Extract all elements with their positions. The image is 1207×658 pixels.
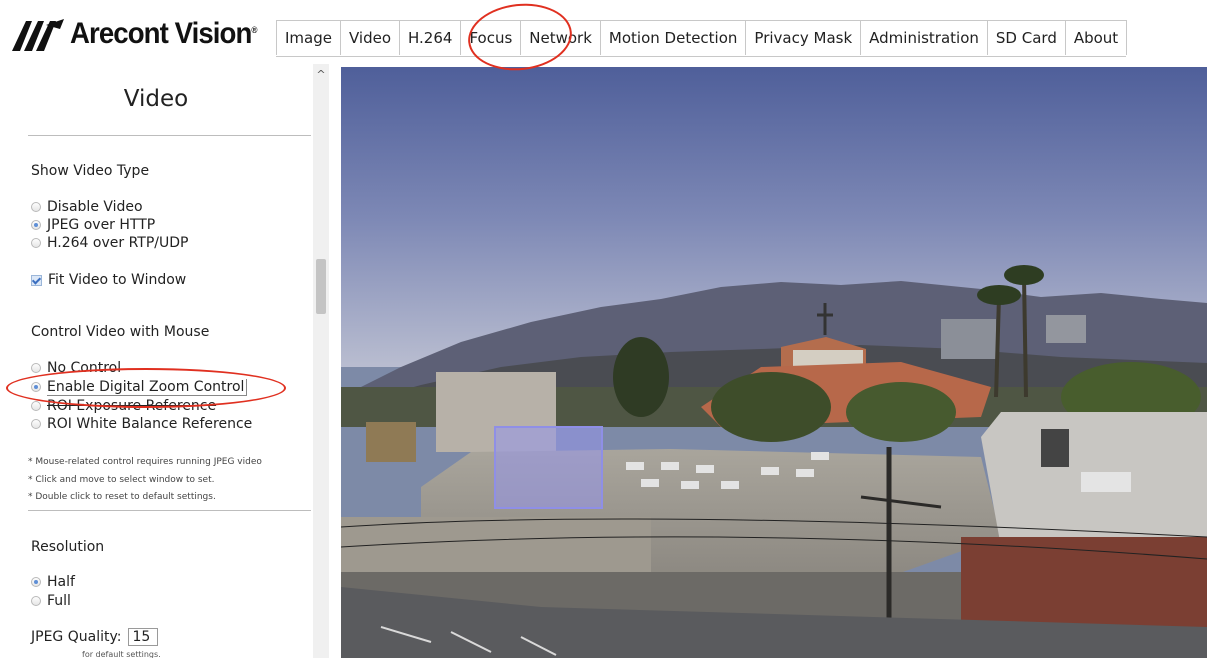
tab-network[interactable]: Network [520, 20, 601, 55]
jpeg-quality-label: JPEG Quality: [31, 629, 122, 645]
divider [28, 135, 311, 136]
default-settings-hint: for default settings. [82, 650, 161, 658]
sidebar-scrollbar[interactable]: ^ [313, 64, 329, 658]
radio-jpeg-over-http[interactable]: JPEG over HTTP [31, 216, 155, 234]
radio-icon[interactable] [31, 382, 41, 392]
digital-zoom-selection-box[interactable] [494, 426, 603, 509]
tab-motion-detection[interactable]: Motion Detection [599, 20, 747, 55]
camera-image [341, 67, 1207, 658]
radio-no-control[interactable]: No Control [31, 359, 121, 377]
arecont-logo-mark-icon [12, 19, 64, 51]
radio-full[interactable]: Full [31, 592, 71, 610]
radio-icon[interactable] [31, 363, 41, 373]
radio-icon[interactable] [31, 596, 41, 606]
checkbox-icon[interactable] [31, 274, 42, 286]
tab-about[interactable]: About [1064, 20, 1128, 55]
radio-icon[interactable] [31, 220, 41, 230]
divider [28, 510, 311, 511]
radio-icon[interactable] [31, 577, 41, 587]
show-video-type-label: Show Video Type [31, 163, 150, 179]
note-double-click: * Double click to reset to default setti… [28, 492, 216, 502]
tab-privacy-mask[interactable]: Privacy Mask [745, 20, 862, 55]
radio-icon[interactable] [31, 238, 41, 248]
radio-icon[interactable] [31, 419, 41, 429]
tab-h264[interactable]: H.264 [399, 20, 462, 55]
sidebar-title: Video [123, 86, 189, 112]
tab-sd-card[interactable]: SD Card [986, 20, 1066, 55]
note-click-move: * Click and move to select window to set… [28, 475, 215, 485]
radio-h264-over-rtp[interactable]: H.264 over RTP/UDP [31, 234, 188, 252]
main-nav-tabs: Image Video H.264 Focus Network Motion D… [276, 20, 1128, 57]
resolution-label: Resolution [31, 539, 105, 555]
brand-name: Arecont Vision® [70, 17, 257, 50]
tab-focus[interactable]: Focus [460, 20, 522, 55]
radio-icon[interactable] [31, 401, 41, 411]
note-mouse-control: * Mouse-related control requires running… [28, 457, 262, 467]
radio-icon[interactable] [31, 202, 41, 212]
chevron-up-icon[interactable]: ^ [313, 68, 329, 82]
radio-roi-white-balance[interactable]: ROI White Balance Reference [31, 415, 252, 433]
radio-digital-zoom[interactable]: Enable Digital Zoom Control [31, 378, 248, 396]
jpeg-quality-row: JPEG Quality: 15 [31, 628, 159, 646]
scrollbar-thumb[interactable] [316, 259, 326, 314]
radio-disable-video[interactable]: Disable Video [31, 198, 143, 216]
radio-roi-exposure[interactable]: ROI Exposure Reference [31, 397, 216, 415]
video-feed[interactable] [341, 67, 1207, 658]
tab-video[interactable]: Video [339, 20, 401, 55]
tab-administration[interactable]: Administration [860, 20, 988, 55]
radio-half[interactable]: Half [31, 573, 75, 591]
control-video-label: Control Video with Mouse [31, 324, 210, 340]
video-settings-sidebar: Video Show Video Type Disable Video JPEG… [0, 64, 332, 658]
checkbox-fit-video[interactable]: Fit Video to Window [31, 271, 186, 289]
tab-image[interactable]: Image [276, 20, 341, 55]
jpeg-quality-input[interactable]: 15 [128, 628, 159, 646]
brand-logo: Arecont Vision® [10, 14, 275, 54]
